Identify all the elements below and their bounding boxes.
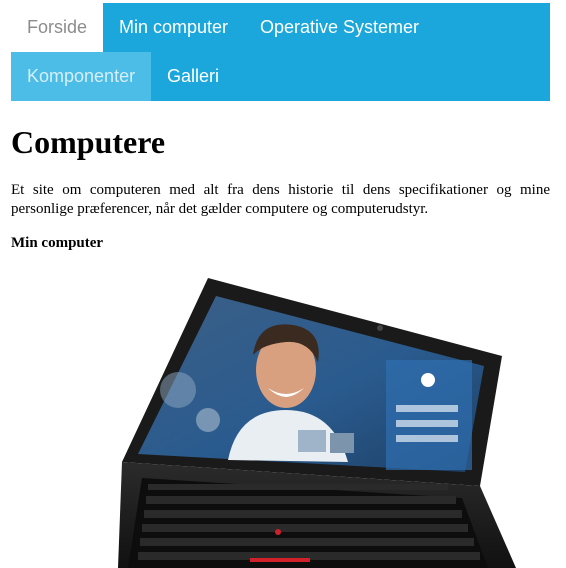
nav-item-operative-systemer[interactable]: Operative Systemer <box>244 3 435 52</box>
page: Forside Min computer Operative Systemer … <box>0 0 566 568</box>
laptop-image <box>118 278 516 568</box>
nav-item-min-computer[interactable]: Min computer <box>103 3 244 52</box>
main-nav: Forside Min computer Operative Systemer … <box>11 3 550 101</box>
nav-item-komponenter[interactable]: Komponenter <box>11 52 151 101</box>
page-title: Computere <box>11 124 166 160</box>
nav-item-galleri[interactable]: Galleri <box>151 52 235 101</box>
section-heading: Min computer <box>11 235 104 251</box>
nav-item-forside[interactable]: Forside <box>11 3 103 52</box>
intro-paragraph: Et site om computeren med alt fra dens h… <box>11 182 550 217</box>
